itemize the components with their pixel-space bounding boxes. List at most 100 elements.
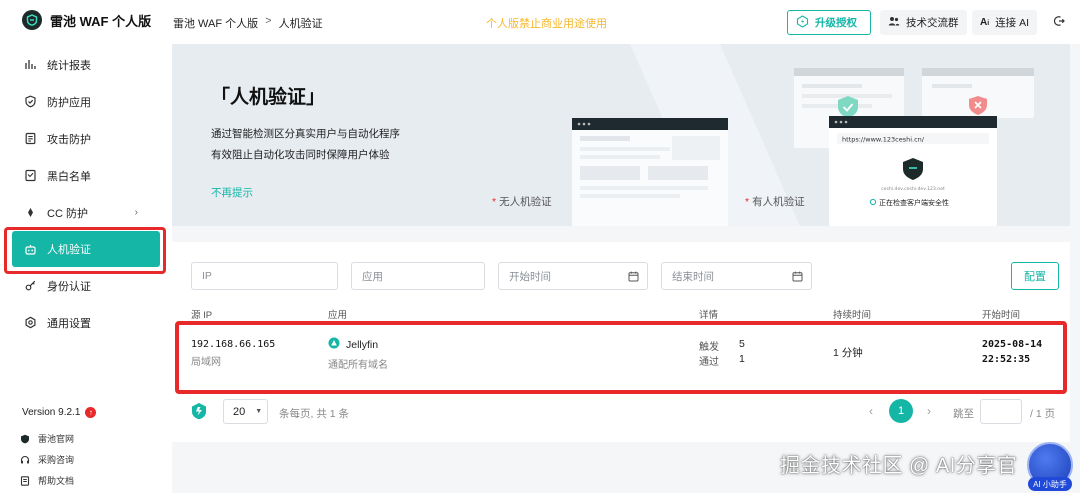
label-without-captcha: * 无人机验证: [492, 196, 552, 208]
banner-desc-line-2: 有效阻止自动化攻击同时保障用户体验: [211, 149, 390, 161]
active-item-highlight: [4, 227, 166, 274]
license-notice: 个人版禁止商业用途使用: [486, 18, 607, 30]
sidebar-item-label: 统计报表: [47, 59, 91, 72]
connect-ai-button[interactable]: Ai 连接 AI: [972, 10, 1038, 35]
breadcrumb-separator: >: [265, 15, 272, 27]
chevron-down-icon: ▼: [255, 408, 263, 415]
upgrade-license-button[interactable]: 升级授权: [787, 10, 871, 35]
help-docs-link[interactable]: 帮助文档: [20, 470, 74, 491]
sidebar-item-label: 防护应用: [47, 96, 91, 109]
document-icon: [24, 132, 37, 145]
col-app: 应用: [328, 310, 348, 321]
sidebar-item-label: 身份认证: [47, 280, 91, 293]
brand[interactable]: 雷池 WAF 个人版: [22, 10, 151, 30]
breadcrumb: 雷池 WAF 个人版 > 人机验证: [173, 15, 323, 31]
sidebar-nav: 统计报表 防护应用 攻击防护 黑白名单 CC 防护 › 人机验证 身份认证 通用…: [0, 46, 172, 341]
mock-domain: ceshi.dev.ceshi.dev.123.net: [881, 186, 945, 192]
safeline-logo-icon: [22, 10, 42, 30]
sidebar-item-label: 攻击防护: [47, 133, 91, 146]
banner-title: 「人机验证」: [211, 87, 326, 108]
shield-icon: [24, 95, 37, 108]
end-time-picker[interactable]: 结束时间: [661, 262, 812, 290]
calendar-icon: [628, 271, 639, 285]
col-detail: 详情: [699, 310, 719, 321]
breadcrumb-root[interactable]: 雷池 WAF 个人版: [173, 15, 258, 31]
empty-logo-icon: [191, 402, 207, 423]
pagination: 20 ▼ 条每页, 共 1 条 ‹ 1 › 跳至 / 1 页: [172, 397, 1070, 427]
captcha-records-panel: IP 应用 开始时间 结束时间 配置 源 IP 应用 详情 持续时间 开始时间 …: [172, 242, 1070, 442]
sidebar-item-label: 黑白名单: [47, 170, 91, 183]
row-highlight: [175, 321, 1067, 394]
jump-label: 跳至: [953, 408, 974, 420]
breadcrumb-current: 人机验证: [278, 18, 323, 30]
tech-group-button[interactable]: 技术交流群: [880, 10, 967, 35]
version-info[interactable]: Version 9.2.1 ↑: [22, 407, 97, 418]
jump-page-input[interactable]: [980, 399, 1022, 424]
settings-icon: [24, 316, 37, 329]
captcha-illustration: https://www.123ceshi.cn/ ceshi.dev.ceshi…: [572, 44, 1034, 226]
mock-status: 正在检查客户端安全性: [879, 198, 949, 207]
footer-link-label: 雷池官网: [38, 434, 75, 444]
headset-icon: [20, 455, 30, 465]
sidebar-item-settings[interactable]: 通用设置: [0, 304, 172, 341]
upgrade-label: 升级授权: [815, 17, 857, 29]
sidebar-item-cc[interactable]: CC 防护 ›: [0, 194, 172, 231]
sidebar-footer-links: 雷池官网 采购咨询 帮助文档: [20, 428, 74, 491]
official-site-link[interactable]: 雷池官网: [20, 428, 74, 449]
banner-description: 通过智能检测区分真实用户与自动化程序 有效阻止自动化攻击同时保障用户体验: [211, 124, 400, 166]
logout-icon: [1053, 15, 1065, 30]
sidebar-item-stats[interactable]: 统计报表: [0, 46, 172, 83]
sidebar-item-apps[interactable]: 防护应用: [0, 83, 172, 120]
cc-icon: [24, 206, 37, 219]
total-pages: / 1 页: [1030, 408, 1056, 420]
calendar-icon: [792, 271, 803, 285]
sidebar-item-label: 通用设置: [47, 317, 91, 330]
chevron-right-icon: ›: [134, 207, 138, 218]
watermark: 掘金技术社区 @ AI分享官: [780, 455, 1018, 477]
mock-browser-without-captcha: [572, 118, 728, 226]
purchase-link[interactable]: 采购咨询: [20, 449, 74, 470]
list-icon: [24, 169, 37, 182]
banner-desc-line-1: 通过智能检测区分真实用户与自动化程序: [211, 128, 400, 140]
captcha-intro-banner: 「人机验证」 通过智能检测区分真实用户与自动化程序 有效阻止自动化攻击同时保障用…: [172, 44, 1070, 226]
bar-chart-icon: [24, 58, 37, 71]
ai-label: 连接 AI: [995, 17, 1030, 29]
table-header: 源 IP 应用 详情 持续时间 开始时间: [172, 304, 1070, 321]
page-info: 条每页, 共 1 条: [279, 408, 350, 420]
logout-button[interactable]: [1048, 10, 1070, 35]
config-button[interactable]: 配置: [1011, 262, 1059, 290]
sidebar-item-label: CC 防护: [47, 207, 88, 220]
top-header: 雷池 WAF 个人版 > 人机验证 个人版禁止商业用途使用 升级授权 技术交流群…: [172, 0, 1080, 44]
col-duration: 持续时间: [833, 310, 872, 321]
col-source-ip: 源 IP: [191, 310, 213, 321]
label-with-captcha: * 有人机验证: [745, 196, 805, 208]
ai-assistant-label[interactable]: AI 小助手: [1028, 477, 1072, 491]
mock-window-block: [922, 68, 1034, 118]
shield-logo-icon: [20, 434, 30, 444]
key-icon: [24, 279, 37, 292]
footer-link-label: 帮助文档: [38, 476, 75, 486]
group-label: 技术交流群: [906, 17, 959, 29]
app-filter-input[interactable]: 应用: [351, 262, 485, 290]
sidebar-item-blacklist[interactable]: 黑白名单: [0, 157, 172, 194]
col-start-time: 开始时间: [982, 310, 1021, 321]
page-number-current[interactable]: 1: [889, 399, 913, 423]
upgrade-icon: [796, 14, 809, 31]
ai-icon: Ai: [980, 17, 990, 28]
doc-icon: [20, 475, 30, 486]
prev-page-button[interactable]: ‹: [869, 404, 873, 418]
ip-filter-input[interactable]: IP: [191, 262, 338, 290]
next-page-button[interactable]: ›: [927, 404, 931, 418]
mock-url: https://www.123ceshi.cn/: [842, 136, 925, 144]
footer-link-label: 采购咨询: [38, 455, 75, 465]
brand-name: 雷池 WAF 个人版: [50, 13, 152, 29]
page-size-select[interactable]: 20 ▼: [223, 399, 268, 424]
dismiss-banner-link[interactable]: 不再提示: [211, 185, 253, 200]
page-size-value: 20: [233, 405, 246, 418]
mock-browser-with-captcha: https://www.123ceshi.cn/ ceshi.dev.ceshi…: [829, 116, 997, 226]
start-time-picker[interactable]: 开始时间: [498, 262, 648, 290]
version-text: Version 9.2.1: [22, 407, 81, 418]
filter-bar: IP 应用 开始时间 结束时间: [191, 262, 812, 290]
sidebar-item-attack[interactable]: 攻击防护: [0, 120, 172, 157]
update-badge[interactable]: ↑: [85, 407, 97, 418]
